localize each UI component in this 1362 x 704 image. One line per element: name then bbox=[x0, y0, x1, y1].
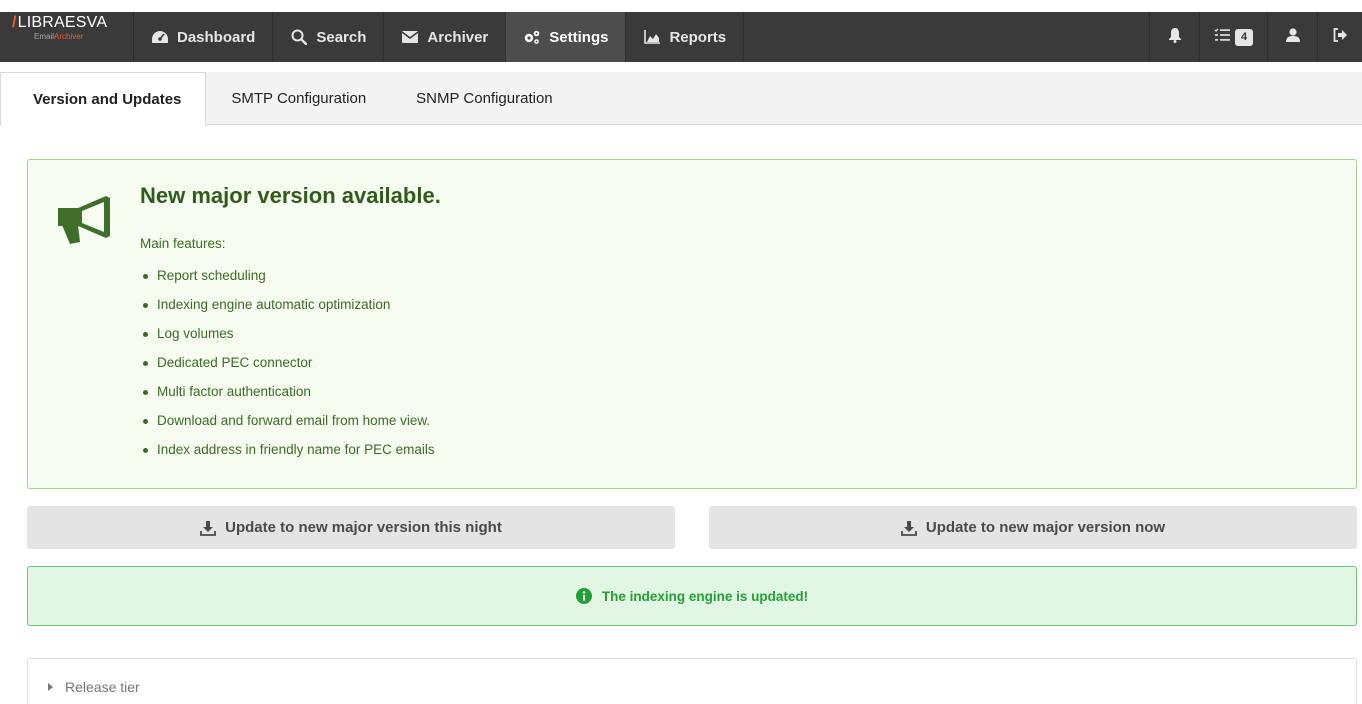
list-item: Multi factor authentication bbox=[140, 383, 435, 412]
sign-out-icon bbox=[1333, 27, 1348, 47]
feature-list: Report scheduling Indexing engine automa… bbox=[140, 267, 435, 470]
list-item: Dedicated PEC connector bbox=[140, 354, 435, 383]
update-now-button[interactable]: Update to new major version now bbox=[709, 506, 1357, 549]
list-item: Log volumes bbox=[140, 325, 435, 354]
top-navbar: /LIBRAESVA EmailArchiver Dashboard Searc… bbox=[0, 12, 1362, 62]
envelope-icon bbox=[401, 29, 419, 45]
nav-dashboard[interactable]: Dashboard bbox=[134, 12, 274, 62]
area-chart-icon bbox=[643, 29, 661, 45]
nav-search[interactable]: Search bbox=[273, 12, 385, 62]
caret-right-icon bbox=[48, 683, 53, 691]
info-circle-icon bbox=[575, 588, 592, 604]
nav-search-label: Search bbox=[316, 28, 367, 46]
release-tier-toggle[interactable]: Release tier bbox=[48, 679, 140, 695]
new-version-panel: New major version available. Main featur… bbox=[27, 159, 1357, 489]
nav-spacer bbox=[744, 12, 1150, 62]
user-icon bbox=[1285, 27, 1301, 47]
list-item: Download and forward email from home vie… bbox=[140, 412, 435, 441]
list-item: Indexing engine automatic optimization bbox=[140, 296, 435, 325]
indexing-status-alert: The indexing engine is updated! bbox=[27, 566, 1357, 626]
release-tier-section: Release tier bbox=[27, 658, 1357, 704]
dashboard-icon bbox=[151, 29, 169, 45]
nav-archiver-label: Archiver bbox=[427, 28, 489, 46]
update-now-label: Update to new major version now bbox=[925, 519, 1166, 536]
release-tier-label: Release tier bbox=[65, 679, 140, 695]
tasks-count-badge: 4 bbox=[1234, 28, 1254, 46]
download-icon bbox=[900, 520, 917, 536]
list-item: Index address in friendly name for PEC e… bbox=[140, 441, 435, 470]
download-icon bbox=[200, 520, 217, 536]
tasks-button[interactable]: 4 bbox=[1200, 12, 1268, 62]
search-icon bbox=[290, 29, 308, 45]
brand-logo[interactable]: /LIBRAESVA EmailArchiver bbox=[0, 12, 134, 62]
brand-subtitle: EmailArchiver bbox=[34, 32, 84, 41]
logout-button[interactable] bbox=[1318, 12, 1362, 62]
notifications-button[interactable] bbox=[1150, 12, 1200, 62]
update-this-night-button[interactable]: Update to new major version this night bbox=[27, 506, 675, 549]
nav-reports-label: Reports bbox=[669, 28, 727, 46]
nav-settings-label: Settings bbox=[549, 28, 609, 46]
announcement-title: New major version available. bbox=[140, 183, 441, 208]
announcement-subtitle: Main features: bbox=[140, 236, 226, 251]
bell-icon bbox=[1168, 27, 1182, 48]
nav-reports[interactable]: Reports bbox=[626, 12, 745, 62]
tab-smtp-configuration[interactable]: SMTP Configuration bbox=[206, 72, 391, 125]
megaphone-icon bbox=[52, 194, 116, 246]
brand-name: LIBRAESVA bbox=[17, 14, 108, 31]
cogs-icon bbox=[523, 29, 541, 45]
alert-message: The indexing engine is updated! bbox=[601, 588, 809, 604]
user-menu-button[interactable] bbox=[1268, 12, 1318, 62]
nav-dashboard-label: Dashboard bbox=[177, 28, 256, 46]
nav-archiver[interactable]: Archiver bbox=[384, 12, 507, 62]
settings-tabs: Version and Updates SMTP Configuration S… bbox=[0, 72, 1362, 126]
list-item: Report scheduling bbox=[140, 267, 435, 296]
tasks-list-icon bbox=[1214, 28, 1230, 47]
brand-slash: / bbox=[12, 14, 17, 31]
tab-snmp-configuration[interactable]: SNMP Configuration bbox=[391, 72, 577, 125]
tab-version-and-updates[interactable]: Version and Updates bbox=[0, 72, 207, 126]
nav-settings[interactable]: Settings bbox=[506, 12, 627, 62]
update-this-night-label: Update to new major version this night bbox=[225, 519, 502, 536]
